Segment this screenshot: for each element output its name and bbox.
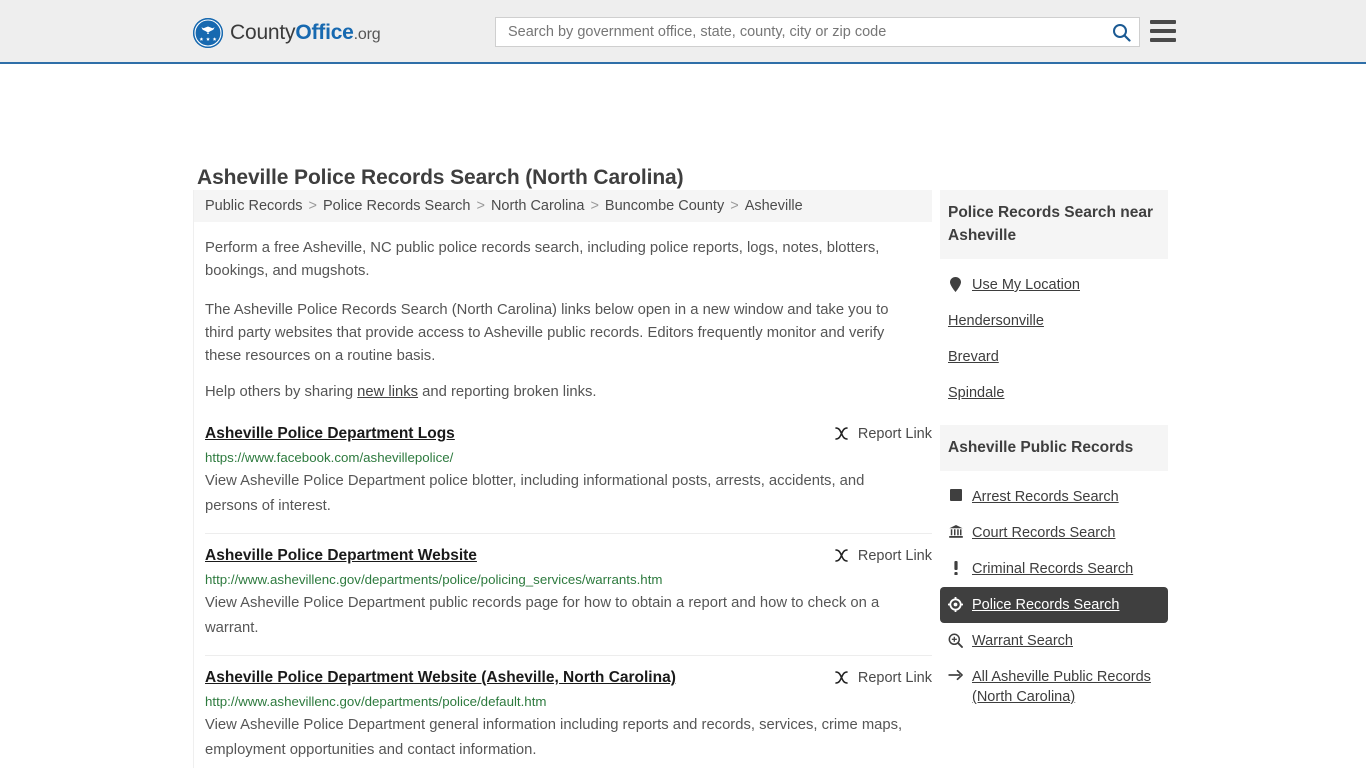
sidebar: Police Records Search near Asheville Use…	[940, 190, 1168, 729]
report-link-button[interactable]: Report Link	[833, 547, 932, 564]
result-description: View Asheville Police Department general…	[205, 717, 903, 758]
report-link-button[interactable]: Report Link	[833, 425, 932, 442]
broken-link-icon	[835, 549, 848, 562]
results-list: Asheville Police Department Logs Report …	[205, 420, 932, 768]
broken-link-icon	[835, 427, 848, 440]
sidebar-item-label: Use My Location	[972, 277, 1080, 293]
logo-text-county: County	[230, 21, 296, 44]
public-records-panel: Asheville Public Records Arrest Records …	[940, 425, 1168, 715]
sidebar-item-label: Arrest Records Search	[972, 489, 1119, 505]
page-title: Asheville Police Records Search (North C…	[197, 166, 684, 190]
report-link-button[interactable]: Report Link	[833, 669, 932, 686]
sidebar-item-label: All Asheville Public Records (North Caro…	[972, 669, 1151, 705]
square-icon	[948, 489, 963, 501]
result-description: View Asheville Police Department police …	[205, 473, 865, 514]
site-logo[interactable]: CountyOffice.org	[193, 18, 381, 48]
logo-text-org: .org	[353, 26, 381, 43]
intro-paragraph-3: Help others by sharing new links and rep…	[205, 381, 919, 404]
main-content: Public Records > Police Records Search >…	[193, 190, 932, 768]
sidebar-item-all-public-records[interactable]: All Asheville Public Records (North Caro…	[940, 659, 1168, 715]
hamburger-bar	[1150, 38, 1176, 42]
result-url[interactable]: http://www.ashevillenc.gov/departments/p…	[205, 572, 932, 588]
result-item: Asheville Police Department Logs Report …	[205, 420, 932, 533]
search-input[interactable]	[496, 24, 1103, 40]
result-header: Asheville Police Department Website (Ash…	[205, 668, 932, 688]
result-header: Asheville Police Department Logs Report …	[205, 424, 932, 444]
sidebar-item-label: Warrant Search	[972, 633, 1073, 649]
nearby-list: Use My Location Hendersonville Brevard S…	[940, 259, 1168, 411]
breadcrumb-separator: >	[476, 198, 485, 214]
intro-p3-after: and reporting broken links.	[418, 384, 597, 400]
result-url[interactable]: https://www.facebook.com/ashevillepolice…	[205, 450, 932, 466]
logo-text-office: Office	[295, 21, 354, 44]
nearby-panel-heading: Police Records Search near Asheville	[940, 190, 1168, 259]
report-link-label: Report Link	[857, 669, 932, 686]
sidebar-item-warrant-search[interactable]: Warrant Search	[940, 623, 1168, 659]
target-crosshair-icon	[948, 597, 963, 612]
report-link-label: Report Link	[857, 547, 932, 564]
result-url[interactable]: http://www.ashevillenc.gov/departments/p…	[205, 694, 932, 710]
intro-paragraph-1: Perform a free Asheville, NC public poli…	[205, 240, 880, 279]
breadcrumb-item-buncombe-county[interactable]: Buncombe County	[605, 198, 724, 214]
result-description: View Asheville Police Department public …	[205, 595, 880, 636]
breadcrumb-item-north-carolina[interactable]: North Carolina	[491, 198, 585, 214]
sidebar-item-brevard[interactable]: Brevard	[940, 339, 1168, 375]
site-header: CountyOffice.org	[0, 0, 1366, 64]
search-button[interactable]	[1103, 18, 1139, 46]
sidebar-item-label: Police Records Search	[972, 597, 1120, 613]
intro-section: Perform a free Asheville, NC public poli…	[205, 222, 931, 404]
broken-link-icon	[835, 671, 848, 684]
magnifier-plus-icon	[948, 633, 963, 648]
logo-text: CountyOffice.org	[230, 21, 381, 45]
sidebar-item-use-my-location[interactable]: Use My Location	[940, 267, 1168, 303]
result-item: Asheville Police Department Website Repo…	[205, 533, 932, 655]
sidebar-item-spindale[interactable]: Spindale	[940, 375, 1168, 411]
nearby-panel: Police Records Search near Asheville Use…	[940, 190, 1168, 411]
result-title-link[interactable]: Asheville Police Department Website	[205, 546, 477, 566]
sidebar-item-label: Hendersonville	[948, 313, 1044, 329]
sidebar-item-label: Court Records Search	[972, 525, 1116, 541]
sidebar-item-arrest-records-search[interactable]: Arrest Records Search	[940, 479, 1168, 515]
hamburger-bar	[1150, 29, 1176, 33]
sidebar-item-label: Spindale	[948, 385, 1005, 401]
sidebar-item-label: Criminal Records Search	[972, 561, 1134, 577]
breadcrumb-item-police-records-search[interactable]: Police Records Search	[323, 198, 471, 214]
public-records-panel-heading: Asheville Public Records	[940, 425, 1168, 471]
sidebar-item-hendersonville[interactable]: Hendersonville	[940, 303, 1168, 339]
breadcrumb-item-public-records[interactable]: Public Records	[205, 198, 303, 214]
eagle-shield-icon	[193, 18, 223, 48]
exclamation-icon	[948, 561, 963, 575]
intro-paragraph-2: The Asheville Police Records Search (Nor…	[205, 302, 889, 364]
sidebar-item-criminal-records-search[interactable]: Criminal Records Search	[940, 551, 1168, 587]
search-bar[interactable]	[495, 17, 1140, 47]
search-icon	[1112, 23, 1131, 42]
breadcrumb: Public Records > Police Records Search >…	[194, 190, 932, 222]
report-link-label: Report Link	[857, 425, 932, 442]
courthouse-icon	[948, 525, 963, 538]
sidebar-item-court-records-search[interactable]: Court Records Search	[940, 515, 1168, 551]
result-title-link[interactable]: Asheville Police Department Logs	[205, 424, 455, 444]
breadcrumb-item-asheville: Asheville	[744, 198, 803, 214]
result-title-link[interactable]: Asheville Police Department Website (Ash…	[205, 668, 676, 688]
breadcrumb-separator: >	[590, 198, 599, 214]
public-records-list: Arrest Records Search Court Records Sear…	[940, 471, 1168, 715]
sidebar-item-label: Brevard	[948, 349, 999, 365]
result-item: Asheville Police Department Website (Ash…	[205, 655, 932, 768]
arrow-right-icon	[948, 669, 963, 681]
intro-p3-before: Help others by sharing	[205, 384, 358, 400]
map-pin-icon	[948, 277, 963, 292]
hamburger-menu-icon[interactable]	[1150, 20, 1176, 42]
breadcrumb-separator: >	[308, 198, 317, 214]
result-header: Asheville Police Department Website Repo…	[205, 546, 932, 566]
sidebar-item-police-records-search[interactable]: Police Records Search	[940, 587, 1168, 623]
hamburger-bar	[1150, 20, 1176, 24]
new-links-link[interactable]: new links	[357, 384, 418, 400]
breadcrumb-separator: >	[730, 198, 739, 214]
